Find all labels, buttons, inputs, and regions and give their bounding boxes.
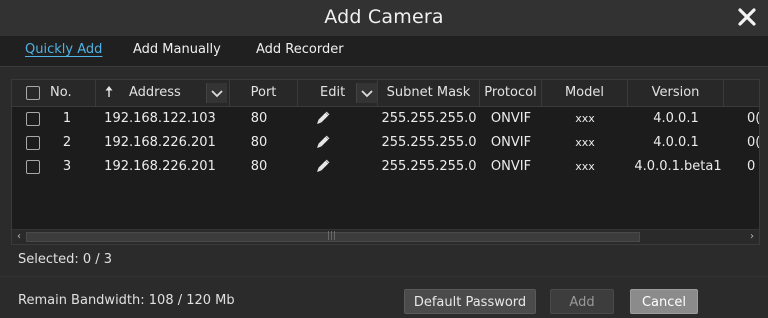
edit-filter-dropdown[interactable] bbox=[356, 83, 377, 103]
scroll-left-icon[interactable]: ‹ bbox=[13, 231, 25, 243]
pencil-icon[interactable] bbox=[310, 156, 334, 178]
table-row[interactable]: 1 192.168.122.103 80 255.255.255.0 ONVIF… bbox=[12, 108, 759, 130]
row-extra: 0( bbox=[747, 111, 759, 126]
header-version: Version bbox=[628, 80, 724, 106]
tab-bar: Quickly Add Add Manually Add Recorder bbox=[0, 36, 768, 67]
row-address: 192.168.226.201 bbox=[104, 135, 216, 150]
row-port: 80 bbox=[250, 159, 268, 174]
row-port: 80 bbox=[250, 111, 268, 126]
row-protocol: ONVIF bbox=[490, 111, 532, 126]
tab-quickly-add[interactable]: Quickly Add bbox=[25, 42, 102, 57]
row-no: 1 bbox=[62, 111, 72, 126]
tab-add-manually[interactable]: Add Manually bbox=[133, 42, 221, 57]
pencil-icon[interactable] bbox=[310, 132, 334, 154]
add-button[interactable]: Add bbox=[550, 289, 614, 314]
header-address: Address bbox=[129, 85, 181, 100]
chevron-down-icon bbox=[361, 90, 373, 98]
row-protocol: ONVIF bbox=[490, 159, 532, 174]
row-model: xxx bbox=[575, 136, 595, 149]
tab-add-recorder[interactable]: Add Recorder bbox=[256, 42, 344, 57]
dialog-title: Add Camera bbox=[324, 6, 444, 28]
row-address: 192.168.122.103 bbox=[104, 111, 216, 126]
close-icon[interactable] bbox=[736, 6, 758, 28]
horizontal-scrollbar[interactable]: ‹ ||| › bbox=[12, 229, 759, 244]
row-model: xxx bbox=[575, 112, 595, 125]
device-table: No. Address Port Edit Subnet Mask Protoc… bbox=[11, 79, 760, 245]
title-bar: Add Camera bbox=[0, 0, 768, 36]
row-checkbox[interactable] bbox=[26, 160, 40, 174]
row-no: 2 bbox=[62, 135, 72, 150]
remain-bandwidth: Remain Bandwidth: 108 / 120 Mb bbox=[18, 293, 235, 308]
scroll-right-icon[interactable]: › bbox=[746, 231, 758, 243]
selected-count: Selected: 0 / 3 bbox=[18, 252, 113, 267]
header-edit: Edit bbox=[320, 85, 346, 100]
header-edit-cell[interactable]: Edit bbox=[298, 80, 378, 106]
header-model: Model bbox=[542, 80, 628, 106]
table-row[interactable]: 2 192.168.226.201 80 255.255.255.0 ONVIF… bbox=[12, 132, 759, 154]
header-protocol: Protocol bbox=[480, 80, 542, 106]
header-subnet-mask: Subnet Mask bbox=[378, 80, 480, 106]
row-version: 4.0.0.1.beta1 bbox=[634, 159, 722, 174]
default-password-button[interactable]: Default Password bbox=[404, 289, 536, 314]
row-checkbox[interactable] bbox=[26, 136, 40, 150]
row-no: 3 bbox=[62, 159, 72, 174]
address-filter-dropdown[interactable] bbox=[206, 83, 227, 103]
select-all-checkbox[interactable] bbox=[26, 86, 40, 100]
header-port: Port bbox=[230, 80, 298, 106]
header-address-cell[interactable]: Address bbox=[96, 80, 230, 106]
pencil-icon[interactable] bbox=[310, 108, 334, 130]
row-model: xxx bbox=[575, 160, 595, 173]
row-extra: 0( bbox=[747, 135, 759, 150]
row-subnet-mask: 255.255.255.0 bbox=[381, 135, 477, 150]
row-subnet-mask: 255.255.255.0 bbox=[381, 159, 477, 174]
row-version: 4.0.0.1 bbox=[653, 111, 699, 126]
row-extra: 0 bbox=[747, 159, 756, 174]
table-row[interactable]: 3 192.168.226.201 80 255.255.255.0 ONVIF… bbox=[12, 156, 759, 178]
row-checkbox[interactable] bbox=[26, 112, 40, 126]
row-port: 80 bbox=[250, 135, 268, 150]
cancel-button[interactable]: Cancel bbox=[630, 289, 698, 314]
table-header: No. Address Port Edit Subnet Mask Protoc… bbox=[12, 80, 759, 107]
scrollbar-thumb[interactable]: ||| bbox=[26, 231, 640, 242]
row-version: 4.0.0.1 bbox=[653, 135, 699, 150]
row-protocol: ONVIF bbox=[490, 135, 532, 150]
footer-divider bbox=[0, 276, 768, 277]
row-address: 192.168.226.201 bbox=[104, 159, 216, 174]
row-subnet-mask: 255.255.255.0 bbox=[381, 111, 477, 126]
header-no: No. bbox=[50, 85, 72, 100]
chevron-down-icon bbox=[211, 90, 223, 98]
header-no-cell: No. bbox=[12, 80, 96, 106]
